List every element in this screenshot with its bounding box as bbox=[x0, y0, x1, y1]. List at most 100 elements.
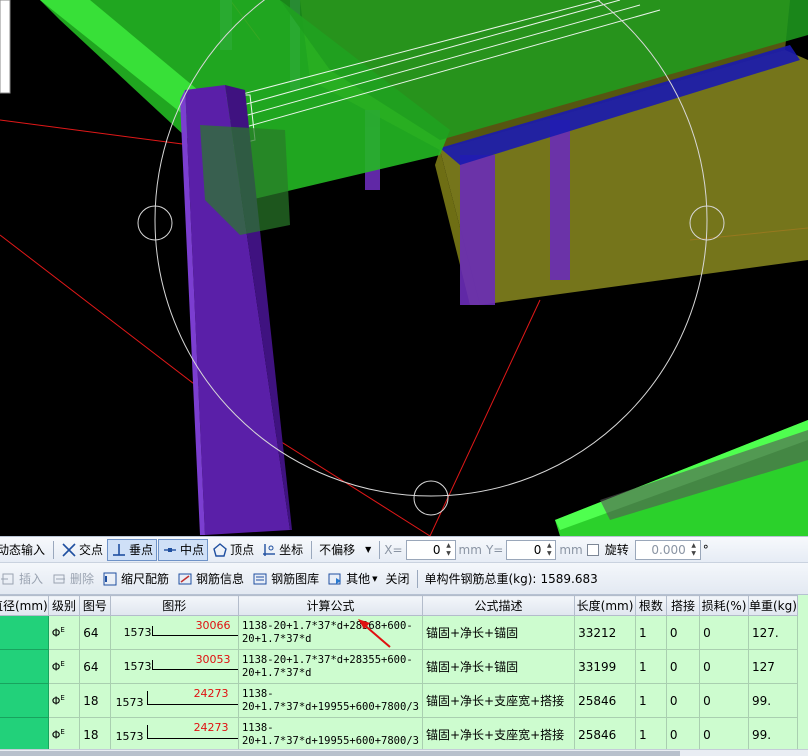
y-input[interactable]: 0 ▲ ▼ bbox=[506, 539, 557, 560]
intersection-icon bbox=[62, 542, 76, 557]
scrollbar-thumb[interactable] bbox=[0, 751, 680, 756]
count-cell[interactable]: 1 bbox=[634, 615, 667, 650]
spinner-icon[interactable]: ▲ ▼ bbox=[689, 542, 699, 558]
perpendicular-icon bbox=[113, 543, 126, 556]
table-row[interactable]: ΦE 18 1573 24273 1138-20+1.7*37*d+19955+… bbox=[0, 683, 798, 718]
description-cell[interactable]: 锚固+净长+锚固 bbox=[421, 615, 576, 650]
grade-cell[interactable]: ΦE bbox=[47, 649, 81, 684]
formula-cell[interactable]: 1138-20+1.7*37*d+19955+600+7800/3 bbox=[237, 683, 423, 718]
unit-weight-cell[interactable]: 99. bbox=[748, 683, 798, 718]
header-lap[interactable]: 搭接 bbox=[665, 595, 701, 616]
header-grade[interactable]: 级别 bbox=[47, 595, 81, 616]
rebar-library-button[interactable]: 钢筋图库 bbox=[248, 568, 323, 590]
shape-cell[interactable]: 1573 30066 1573 bbox=[109, 615, 239, 650]
header-diameter[interactable]: 直径(mm) bbox=[0, 595, 49, 616]
figure-no-cell[interactable]: 18 bbox=[79, 717, 111, 752]
header-shape[interactable]: 图形 bbox=[109, 595, 239, 616]
lap-cell[interactable]: 0 bbox=[665, 683, 701, 718]
insert-button[interactable]: 插入 bbox=[0, 568, 47, 590]
rotate-value: 0.000 bbox=[651, 542, 686, 557]
shape-cell[interactable]: 1573 24273 bbox=[109, 717, 239, 752]
toolbar-separator bbox=[379, 540, 381, 559]
lap-cell[interactable]: 0 bbox=[665, 649, 701, 684]
figure-no-cell[interactable]: 64 bbox=[79, 649, 111, 684]
x-unit: mm bbox=[458, 542, 482, 557]
snap-toolbar: 动态输入 交点 垂点 中点 顶点 坐标 不偏移 ▼ X= 0 ▲ ▼ mm Y= … bbox=[0, 536, 808, 563]
insert-icon bbox=[1, 573, 14, 584]
table-row[interactable]: ΦE 64 1573 30053 1573 1138-20+1.7*37*d+2… bbox=[0, 649, 798, 684]
formula-cell[interactable]: 1138-20+1.7*37*d+19955+600+7800/3 bbox=[237, 717, 423, 752]
row-header-cell[interactable] bbox=[0, 649, 49, 684]
formula-cell[interactable]: 1138-20+1.7*37*d+28355+600-20+1.7*37*d bbox=[237, 649, 423, 684]
loss-cell[interactable]: 0 bbox=[699, 717, 749, 752]
loss-cell[interactable]: 0 bbox=[699, 683, 749, 718]
rotate-checkbox[interactable] bbox=[586, 543, 599, 556]
shape-middle-value: 30053 bbox=[195, 652, 231, 666]
horizontal-scrollbar[interactable] bbox=[0, 749, 808, 756]
shape-middle-value: 30066 bbox=[195, 618, 231, 632]
coordinate-snap-button[interactable]: 坐标 bbox=[258, 539, 306, 561]
other-icon bbox=[328, 573, 342, 584]
spinner-icon[interactable]: ▲ ▼ bbox=[544, 542, 554, 558]
table-row[interactable]: ΦE 18 1573 24273 1138-20+1.7*37*d+19955+… bbox=[0, 717, 798, 752]
count-cell[interactable]: 1 bbox=[634, 649, 667, 684]
description-cell[interactable]: 锚固+净长+支座宽+搭接 bbox=[421, 683, 576, 718]
shape-cell[interactable]: 1573 30053 1573 bbox=[109, 649, 239, 684]
close-label: 关闭 bbox=[385, 572, 410, 586]
rebar-library-icon bbox=[253, 573, 267, 584]
perpendicular-snap-button[interactable]: 垂点 bbox=[107, 538, 158, 561]
length-cell[interactable]: 33199 bbox=[574, 649, 636, 684]
scale-rebar-button[interactable]: 缩尺配筋 bbox=[98, 568, 173, 590]
rebar-shape: 1573 30053 1573 bbox=[114, 652, 238, 682]
lap-cell[interactable]: 0 bbox=[665, 717, 701, 752]
row-header-cell[interactable] bbox=[0, 717, 49, 752]
3d-viewport[interactable] bbox=[0, 0, 808, 536]
figure-no-cell[interactable]: 64 bbox=[79, 615, 111, 650]
loss-cell[interactable]: 0 bbox=[699, 649, 749, 684]
unit-weight-cell[interactable]: 99. bbox=[748, 717, 798, 752]
shape-left-value: 1573 bbox=[123, 659, 152, 673]
header-unit-weight[interactable]: 单重(kg) bbox=[748, 595, 798, 616]
unit-weight-cell[interactable]: 127 bbox=[748, 649, 798, 684]
offset-select[interactable]: 不偏移 ▼ bbox=[316, 539, 374, 561]
rotate-input[interactable]: 0.000 ▲ ▼ bbox=[634, 539, 701, 560]
grade-cell[interactable]: ΦE bbox=[47, 683, 81, 718]
loss-cell[interactable]: 0 bbox=[699, 615, 749, 650]
delete-button[interactable]: 删除 bbox=[47, 568, 98, 590]
header-count[interactable]: 根数 bbox=[634, 595, 667, 616]
close-button[interactable]: 关闭 bbox=[381, 568, 413, 590]
toolbar-separator bbox=[311, 540, 313, 559]
unit-weight-cell[interactable]: 127. bbox=[748, 615, 798, 650]
length-cell[interactable]: 33212 bbox=[574, 615, 636, 650]
vertex-snap-button[interactable]: 顶点 bbox=[209, 539, 257, 561]
lap-cell[interactable]: 0 bbox=[665, 615, 701, 650]
spinner-icon[interactable]: ▲ ▼ bbox=[444, 542, 454, 558]
intersection-snap-button[interactable]: 交点 bbox=[58, 539, 106, 561]
rebar-info-button[interactable]: 钢筋信息 bbox=[173, 568, 248, 590]
grade-cell[interactable]: ΦE bbox=[47, 717, 81, 752]
count-cell[interactable]: 1 bbox=[634, 683, 667, 718]
header-loss[interactable]: 损耗(%) bbox=[699, 595, 749, 616]
row-header-cell[interactable] bbox=[0, 615, 49, 650]
header-length[interactable]: 长度(mm) bbox=[574, 595, 636, 616]
coordinate-label: 坐标 bbox=[279, 543, 304, 557]
dynamic-input-toggle[interactable]: 动态输入 bbox=[0, 539, 48, 561]
count-cell[interactable]: 1 bbox=[634, 717, 667, 752]
header-figure-no[interactable]: 图号 bbox=[79, 595, 111, 616]
row-header-cell[interactable] bbox=[0, 683, 49, 718]
grade-cell[interactable]: ΦE bbox=[47, 615, 81, 650]
rebar-shape: 1573 30066 1573 bbox=[114, 618, 238, 648]
length-cell[interactable]: 25846 bbox=[574, 717, 636, 752]
x-input[interactable]: 0 ▲ ▼ bbox=[405, 539, 456, 560]
description-cell[interactable]: 锚固+净长+锚固 bbox=[421, 649, 576, 684]
shape-left-value: 1573 bbox=[123, 625, 152, 639]
figure-no-cell[interactable]: 18 bbox=[79, 683, 111, 718]
description-cell[interactable]: 锚固+净长+支座宽+搭接 bbox=[421, 717, 576, 752]
length-cell[interactable]: 25846 bbox=[574, 683, 636, 718]
shape-cell[interactable]: 1573 24273 bbox=[109, 683, 239, 718]
insert-label: 插入 bbox=[19, 572, 44, 586]
header-description[interactable]: 公式描述 bbox=[421, 595, 576, 616]
midpoint-snap-button[interactable]: 中点 bbox=[158, 538, 209, 561]
other-menu-button[interactable]: 其他 ▼ bbox=[323, 568, 381, 590]
midpoint-label: 中点 bbox=[180, 543, 205, 557]
